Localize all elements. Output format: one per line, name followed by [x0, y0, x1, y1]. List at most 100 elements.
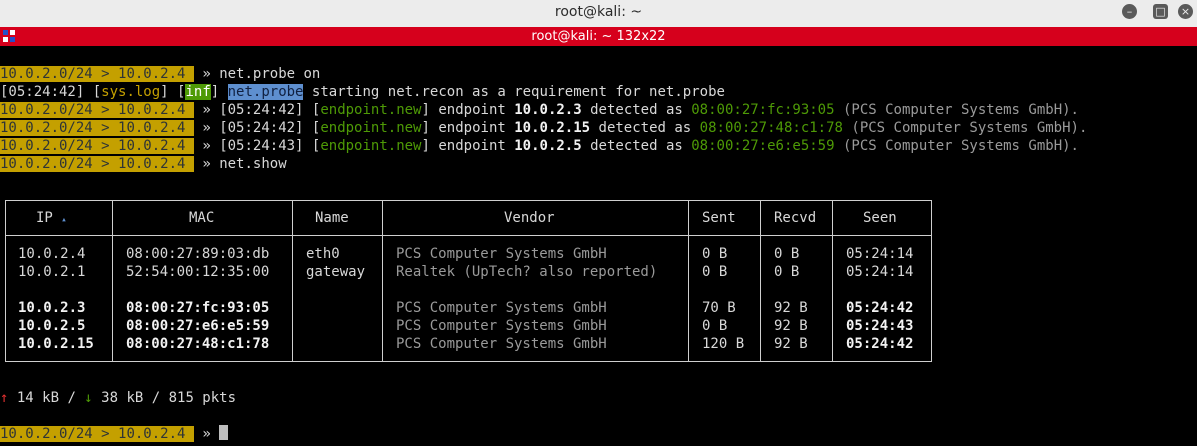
- prompt-sep: >: [92, 120, 119, 136]
- tab-title: root@kali: ~ 132x22: [531, 29, 666, 44]
- cell-seen: 05:24:43: [846, 318, 914, 334]
- cell-ip: 10.0.2.1: [18, 264, 86, 280]
- table-border: [760, 200, 761, 362]
- traffic-stats: ↑ 14 kB / ↓ 38 kB / 815 pkts: [0, 389, 236, 407]
- prompt: 10.0.2.0/24 > 10.0.2.4: [0, 426, 194, 442]
- sort-asc-icon: ▴: [61, 215, 67, 225]
- endpoint-mac: 08:00:27:48:c1:78: [699, 120, 843, 136]
- prompt-sep: >: [92, 102, 119, 118]
- cell-recvd: 92 B: [774, 336, 808, 352]
- cell-ip: 10.0.2.5: [18, 318, 86, 334]
- log-level: inf: [185, 84, 211, 100]
- log-word: detected as: [581, 138, 692, 154]
- log-word: endpoint: [429, 138, 515, 154]
- input-prompt-line[interactable]: 10.0.2.0/24 > 10.0.2.4 »: [0, 425, 229, 443]
- log-line: [05:24:42] [sys.log] [inf] net.probe sta…: [0, 84, 725, 100]
- table-border: [112, 200, 113, 362]
- cell-mac: 08:00:27:48:c1:78: [126, 336, 270, 352]
- header-label: IP: [36, 210, 53, 226]
- column-header-vendor: Vendor: [504, 210, 555, 226]
- prompt: 10.0.2.0/24 > 10.0.2.4: [0, 156, 194, 172]
- column-header-seen: Seen: [863, 210, 897, 226]
- cell-vendor: PCS Computer Systems GmbH: [396, 336, 607, 352]
- cell-sent: 70 B: [702, 300, 736, 316]
- cell-sent: 0 B: [702, 264, 728, 280]
- log-time: [05:24:43]: [219, 138, 304, 154]
- column-header-ip: IP ▴: [36, 209, 67, 229]
- prompt: 10.0.2.0/24 > 10.0.2.4: [0, 138, 194, 154]
- column-header-recvd: Recvd: [774, 210, 817, 226]
- close-icon[interactable]: ×: [1178, 4, 1193, 19]
- log-tag: sys.log: [101, 84, 161, 100]
- endpoint-log-line: 10.0.2.0/24 > 10.0.2.4 » [05:24:42] [end…: [0, 102, 1079, 118]
- log-word: detected as: [581, 102, 692, 118]
- endpoint-vendor: (PCS Computer Systems GmbH).: [834, 138, 1079, 154]
- table-border: [292, 200, 293, 362]
- table-border: [5, 200, 932, 201]
- prompt-sep: >: [92, 138, 119, 154]
- prompt-subnet: 10.0.2.0/24: [0, 120, 93, 136]
- prompt-arrow: »: [193, 66, 220, 82]
- command-line: 10.0.2.0/24 > 10.0.2.4 » net.probe on: [0, 65, 320, 83]
- cell-vendor: PCS Computer Systems GmbH: [396, 246, 607, 262]
- cell-ip: 10.0.2.4: [18, 246, 86, 262]
- prompt-arrow: »: [193, 426, 220, 442]
- command-text: net.probe on: [219, 66, 321, 82]
- endpoint-vendor: (PCS Computer Systems GmbH).: [842, 120, 1088, 136]
- terminal-tab-bar: root@kali: ~ 132x22: [0, 27, 1197, 46]
- cell-sent: 0 B: [702, 318, 728, 334]
- window-titlebar: root@kali: ~ – □ ×: [0, 0, 1197, 27]
- terminal-output[interactable]: 10.0.2.0/24 > 10.0.2.4 » net.probe on [0…: [0, 46, 1197, 446]
- prompt-sep: >: [92, 426, 119, 442]
- prompt-arrow: »: [193, 156, 220, 172]
- log-time: [05:24:42]: [0, 84, 85, 100]
- cell-ip: 10.0.2.15: [18, 336, 94, 352]
- prompt-subnet: 10.0.2.0/24: [0, 66, 93, 82]
- cell-mac: 08:00:27:89:03:db: [126, 246, 270, 262]
- prompt-ip: 10.0.2.4: [118, 66, 186, 82]
- command-line: 10.0.2.0/24 > 10.0.2.4 » net.show: [0, 155, 287, 173]
- cell-recvd: 92 B: [774, 318, 808, 334]
- text-cursor[interactable]: [219, 425, 229, 440]
- prompt-ip: 10.0.2.4: [118, 138, 186, 154]
- prompt-subnet: 10.0.2.0/24: [0, 426, 93, 442]
- endpoint-mac: 08:00:27:fc:93:05: [691, 102, 835, 118]
- prompt: 10.0.2.0/24 > 10.0.2.4: [0, 66, 194, 82]
- cell-sent: 0 B: [702, 246, 728, 262]
- column-header-mac: MAC: [189, 210, 215, 226]
- cell-vendor: Realtek (UpTech? also reported): [396, 264, 658, 280]
- cell-name: gateway: [306, 264, 366, 280]
- minimize-icon[interactable]: –: [1122, 4, 1137, 19]
- prompt-ip: 10.0.2.4: [118, 156, 186, 172]
- prompt-arrow: »: [193, 138, 220, 154]
- cell-name: eth0: [306, 246, 340, 262]
- endpoint-log-line: 10.0.2.0/24 > 10.0.2.4 » [05:24:43] [end…: [0, 138, 1079, 154]
- endpoint-ip: 10.0.2.3: [514, 102, 582, 118]
- cell-mac: 08:00:27:e6:e5:59: [126, 318, 270, 334]
- table-border: [688, 200, 689, 362]
- log-word: detected as: [590, 120, 700, 136]
- column-header-name: Name: [315, 210, 349, 226]
- table-border: [5, 361, 932, 362]
- prompt-sep: >: [92, 156, 119, 172]
- log-tag: endpoint.new: [320, 120, 422, 136]
- log-time: [05:24:42]: [219, 120, 304, 136]
- cell-seen: 05:24:14: [846, 264, 914, 280]
- cell-mac: 08:00:27:fc:93:05: [126, 300, 270, 316]
- endpoint-mac: 08:00:27:e6:e5:59: [691, 138, 835, 154]
- log-word: endpoint: [429, 102, 515, 118]
- cell-ip: 10.0.2.3: [18, 300, 86, 316]
- endpoint-log-line: 10.0.2.0/24 > 10.0.2.4 » [05:24:42] [end…: [0, 120, 1088, 136]
- table-border: [5, 235, 932, 236]
- endpoint-ip: 10.0.2.5: [514, 138, 582, 154]
- command-text: net.show: [219, 156, 287, 172]
- endpoint-ip: 10.0.2.15: [514, 120, 591, 136]
- column-header-sent: Sent: [702, 210, 736, 226]
- maximize-icon[interactable]: □: [1153, 4, 1168, 19]
- table-border: [5, 200, 6, 362]
- cell-seen: 05:24:42: [846, 300, 914, 316]
- prompt: 10.0.2.0/24 > 10.0.2.4: [0, 120, 194, 136]
- window-title: root@kali: ~: [554, 4, 643, 20]
- table-border: [931, 200, 932, 362]
- prompt-subnet: 10.0.2.0/24: [0, 102, 93, 118]
